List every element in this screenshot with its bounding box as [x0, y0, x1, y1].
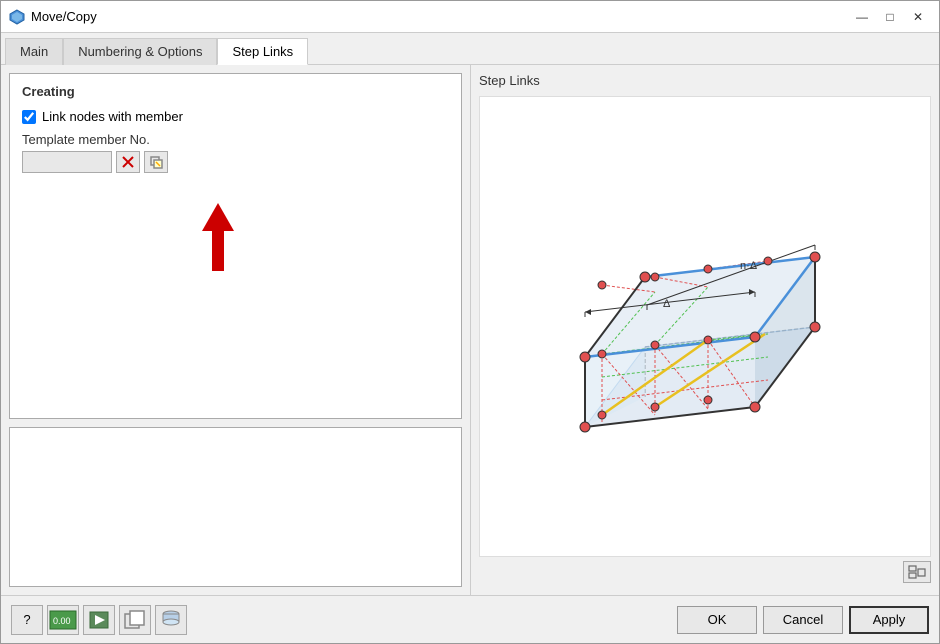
- link-nodes-label: Link nodes with member: [42, 109, 183, 124]
- bottom-bar: ? 0.00: [1, 595, 939, 643]
- template-member-row: [22, 151, 449, 173]
- bottom-toolbar: ? 0.00: [11, 605, 187, 635]
- title-bar-left: Move/Copy: [9, 9, 97, 25]
- cancel-button[interactable]: Cancel: [763, 606, 843, 634]
- right-panel: Step Links: [471, 65, 939, 595]
- minimize-button[interactable]: —: [849, 7, 875, 27]
- clear-icon-button[interactable]: [116, 151, 140, 173]
- diagram-area: Δ n·Δ: [479, 96, 931, 557]
- svg-text:n·Δ: n·Δ: [740, 260, 758, 272]
- close-button[interactable]: ✕: [905, 7, 931, 27]
- play-button[interactable]: [83, 605, 115, 635]
- step-links-title: Step Links: [479, 73, 931, 88]
- help-icon: ?: [23, 612, 30, 627]
- svg-text:0.00: 0.00: [53, 616, 71, 626]
- red-arrow-up: [202, 203, 234, 271]
- copy-button[interactable]: [119, 605, 151, 635]
- creating-title: Creating: [22, 84, 449, 99]
- arrow-shaft: [212, 231, 224, 271]
- value-button[interactable]: 0.00: [47, 605, 79, 635]
- tab-numbering-options[interactable]: Numbering & Options: [63, 38, 217, 65]
- window-title: Move/Copy: [31, 9, 97, 24]
- template-member-input[interactable]: [22, 151, 112, 173]
- link-nodes-row: Link nodes with member: [22, 109, 449, 124]
- template-member-label: Template member No.: [22, 132, 449, 147]
- link-nodes-checkbox[interactable]: [22, 110, 36, 124]
- diagram-footer: [479, 557, 931, 587]
- main-content: Creating Link nodes with member Template…: [1, 65, 939, 595]
- window-icon: [9, 9, 25, 25]
- tab-bar: Main Numbering & Options Step Links: [1, 33, 939, 65]
- apply-button[interactable]: Apply: [849, 606, 929, 634]
- arrow-head: [202, 203, 234, 231]
- maximize-button[interactable]: □: [877, 7, 903, 27]
- title-controls: — □ ✕: [849, 7, 931, 27]
- title-bar: Move/Copy — □ ✕: [1, 1, 939, 33]
- tab-step-links[interactable]: Step Links: [217, 38, 308, 65]
- step-links-diagram: Δ n·Δ: [505, 157, 905, 497]
- pick-member-button[interactable]: [144, 151, 168, 173]
- arrow-indicator: [22, 193, 449, 271]
- main-window: Move/Copy — □ ✕ Main Numbering & Options…: [0, 0, 940, 644]
- ok-button[interactable]: OK: [677, 606, 757, 634]
- help-button[interactable]: ?: [11, 605, 43, 635]
- creating-section: Creating Link nodes with member Template…: [9, 73, 462, 419]
- secondary-section: [9, 427, 462, 587]
- left-panel: Creating Link nodes with member Template…: [1, 65, 471, 595]
- database-button[interactable]: [155, 605, 187, 635]
- dialog-buttons: OK Cancel Apply: [677, 606, 929, 634]
- view-icon-button[interactable]: [903, 561, 931, 583]
- tab-main[interactable]: Main: [5, 38, 63, 65]
- svg-text:Δ: Δ: [663, 298, 671, 310]
